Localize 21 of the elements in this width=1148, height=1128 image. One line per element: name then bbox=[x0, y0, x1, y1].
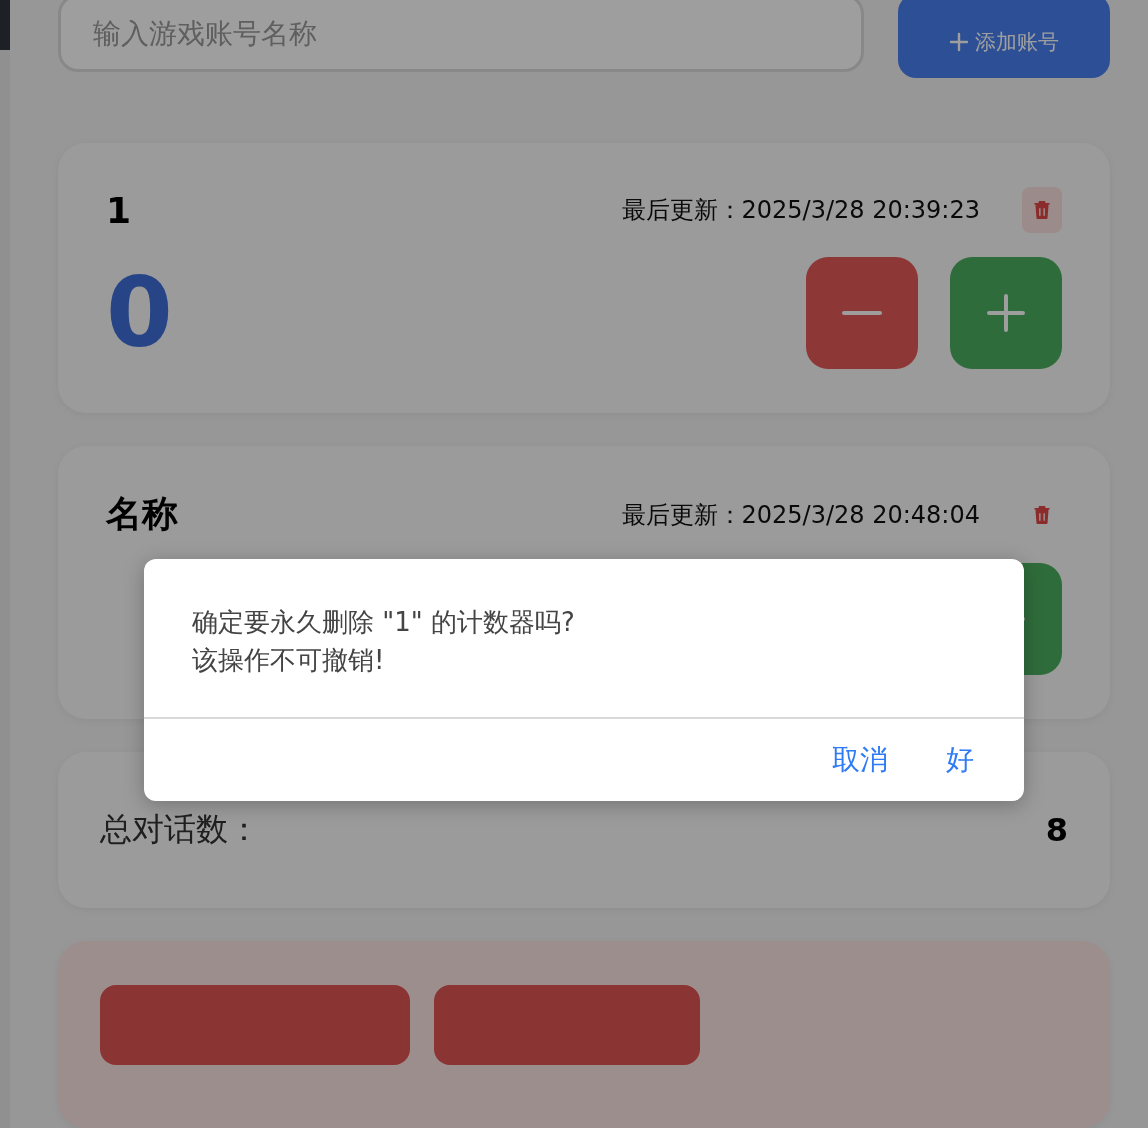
counter-value: 0 bbox=[106, 265, 173, 361]
trash-icon bbox=[1033, 504, 1051, 525]
increment-button[interactable] bbox=[950, 257, 1062, 369]
decrement-button[interactable] bbox=[806, 257, 918, 369]
plus-icon bbox=[986, 293, 1026, 333]
last-updated-text: 最后更新：2025/3/28 20:48:04 bbox=[621, 499, 980, 531]
minus-icon bbox=[842, 311, 882, 315]
dialog-button[interactable]: 好 bbox=[932, 737, 988, 783]
account-name-field[interactable]: 输入游戏账号名称 bbox=[58, 0, 864, 72]
total-value: 8 bbox=[1045, 811, 1068, 849]
account-name: 1 bbox=[106, 189, 133, 231]
trash-icon bbox=[1033, 200, 1051, 220]
delete-button[interactable] bbox=[1022, 187, 1062, 233]
total-label: 总对话数： bbox=[100, 809, 260, 850]
last-updated-text: 最后更新：2025/3/28 20:39:23 bbox=[621, 195, 980, 226]
account-name: 名称 bbox=[106, 492, 179, 536]
add-account-button[interactable]: 添加账号 bbox=[898, 0, 1110, 78]
dialog-button[interactable]: 取消 bbox=[818, 737, 902, 783]
plus-icon bbox=[949, 31, 969, 52]
dialog-message: 该操作不可撤销! bbox=[192, 644, 386, 677]
dialog-message: 确定要永久删除 "1" 的计数器吗? bbox=[192, 606, 576, 639]
